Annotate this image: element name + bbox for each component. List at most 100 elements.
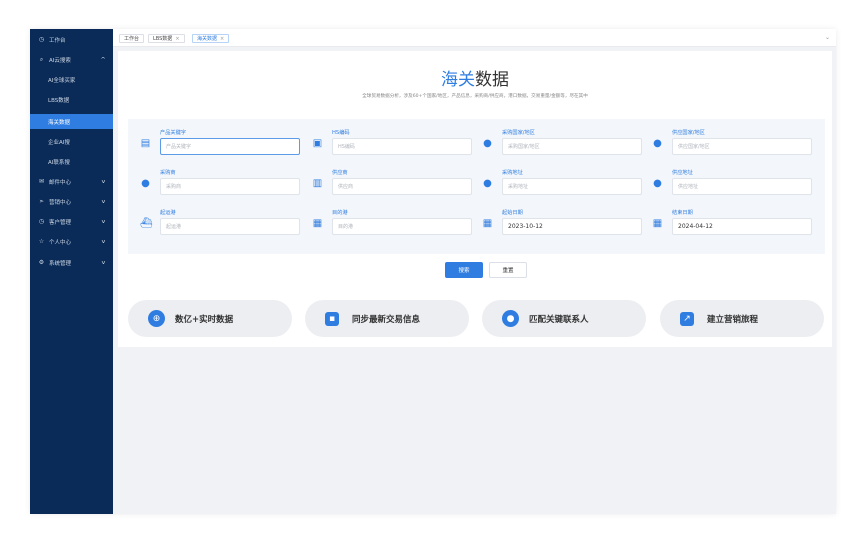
field-label: 采购商 — [160, 170, 176, 176]
reset-button[interactable]: 重置 — [489, 262, 527, 278]
sidebar-item-label: 海关数据 — [48, 119, 71, 126]
sidebar-item-lbs-data[interactable]: LBS数据 — [30, 93, 113, 107]
start-date-input[interactable]: 2023-10-12 — [502, 218, 642, 235]
globe-network-icon: ⊕ — [148, 310, 165, 327]
sidebar-item-label: LBS数据 — [48, 98, 70, 104]
sidebar-item-system-management[interactable]: ⚙ 系统管理 v — [30, 256, 113, 270]
field-label: 采购国家/地区 — [502, 130, 535, 136]
sidebar-item-label: 个人中心 — [49, 240, 72, 246]
sidebar-item-label: 客户管理 — [49, 220, 72, 226]
chevron-up-icon: ^ — [100, 57, 106, 63]
search-icon: ⌕ — [39, 56, 44, 63]
sidebar-item-workbench[interactable]: ◷ 工作台 — [30, 33, 113, 47]
sidebar-item-enterprise-ai-search[interactable]: 企业AI搜 — [30, 135, 113, 149]
field-origin-port: ⛴ 起运港 起运港 — [140, 209, 310, 239]
hs-code-input[interactable]: HS编码 — [332, 138, 472, 155]
page-title-accent: 海关 — [441, 70, 475, 90]
field-label: 供应商 — [332, 170, 348, 176]
sidebar-item-label: AI联系搜 — [48, 160, 70, 166]
chevron-down-icon[interactable]: ⌄ — [825, 34, 830, 41]
field-label: 供应地址 — [672, 170, 693, 176]
sidebar-item-ai-contact-search[interactable]: AI联系搜 — [30, 155, 113, 169]
tab-bar: 工作台 LBS数据 × 海关数据 × ⌄ — [113, 29, 836, 47]
globe-icon: ● — [483, 138, 492, 149]
location-pin-icon: ● — [653, 178, 662, 189]
chevron-down-icon: v — [101, 260, 106, 266]
tab-label: 工作台 — [124, 36, 140, 42]
field-buyer: ● 采购商 采购商 — [140, 169, 310, 199]
sidebar-item-label: AI全球买家 — [48, 78, 76, 84]
chevron-down-icon: v — [101, 219, 106, 225]
contacts-icon: ● — [502, 310, 519, 327]
field-buyer-country: ● 采购国家/地区 采购国家/地区 — [482, 129, 652, 159]
star-icon: ☆ — [38, 238, 45, 245]
sidebar-item-mail-center[interactable]: ✉ 邮件中心 v — [30, 175, 113, 189]
sidebar-item-label: AI云搜索 — [49, 58, 71, 64]
id-card-icon: ▪ — [325, 311, 339, 326]
feature-match-contacts: ● 匹配关键联系人 — [482, 300, 646, 337]
mail-icon: ✉ — [38, 178, 45, 185]
end-date-input[interactable]: 2024-04-12 — [672, 218, 812, 235]
clock-icon: ◷ — [38, 218, 45, 225]
tab-workbench[interactable]: 工作台 — [119, 34, 145, 43]
tab-label: 海关数据 — [197, 36, 218, 42]
train-icon: ▦ — [312, 218, 323, 229]
chevron-down-icon: v — [101, 239, 106, 245]
tab-lbs-data[interactable]: LBS数据 × — [148, 34, 185, 43]
sidebar-item-customer-management[interactable]: ◷ 客户管理 v — [30, 215, 113, 229]
page-title: 海关数据 — [118, 65, 832, 90]
field-label: 目的港 — [332, 210, 348, 216]
page-subtitle: 全球贸易数据分析，涉及60+个国家/地区，产品信息，采购商/供应商，港口数据，交… — [362, 94, 588, 99]
field-supplier-country: ● 供应国家/地区 供应国家/地区 — [652, 129, 822, 159]
feature-label: 数亿+实时数据 — [175, 314, 234, 325]
document-icon: ▤ — [140, 138, 151, 149]
user-icon: ● — [141, 178, 150, 189]
buyer-country-input[interactable]: 采购国家/地区 — [502, 138, 642, 155]
location-pin-icon: ● — [483, 178, 492, 189]
field-label: 结束日期 — [672, 210, 693, 216]
page-title-rest: 数据 — [475, 70, 509, 90]
supplier-input[interactable]: 供应商 — [332, 178, 472, 195]
field-label: 起始日期 — [502, 210, 523, 216]
sidebar-item-ai-global-buyers[interactable]: AI全球买家 — [30, 73, 113, 87]
calendar-icon: ▦ — [482, 218, 493, 229]
tab-customs-data[interactable]: 海关数据 × — [192, 34, 230, 43]
chevron-down-icon: v — [101, 199, 106, 205]
app-window: ◷ 工作台 ⌕ AI云搜索 ^ AI全球买家 LBS数据 海关数据 企业AI搜 … — [30, 29, 836, 514]
supplier-address-input[interactable]: 供应地址 — [672, 178, 812, 195]
sidebar-item-personal-center[interactable]: ☆ 个人中心 v — [30, 235, 113, 249]
field-label: 起运港 — [160, 210, 176, 216]
field-label: 产品关键字 — [160, 130, 186, 136]
search-form: ▤ 产品关键字 产品关键字 ▣ HS编码 HS编码 ● 采购国家/地区 采购国家… — [128, 119, 825, 278]
close-icon[interactable]: × — [175, 36, 179, 42]
sidebar-item-marketing-center[interactable]: ➣ 营销中心 v — [30, 195, 113, 209]
chart-up-icon: ↗ — [680, 311, 694, 326]
buyer-input[interactable]: 采购商 — [160, 178, 300, 195]
sidebar-item-label: 工作台 — [49, 38, 66, 44]
feature-sync-trade-info: ▪ 同步最新交易信息 — [305, 300, 469, 337]
close-icon[interactable]: × — [220, 36, 224, 42]
field-hs-code: ▣ HS编码 HS编码 — [312, 129, 482, 159]
destination-port-input[interactable]: 目的港 — [332, 218, 472, 235]
field-product-keyword: ▤ 产品关键字 产品关键字 — [140, 129, 310, 159]
sidebar-item-ai-search[interactable]: ⌕ AI云搜索 ^ — [30, 53, 113, 67]
send-icon: ➣ — [38, 198, 45, 205]
sidebar-item-customs-data[interactable]: 海关数据 — [30, 114, 113, 129]
field-end-date: ▦ 结束日期 2024-04-12 — [652, 209, 822, 239]
origin-port-input[interactable]: 起运港 — [160, 218, 300, 235]
sidebar-item-label: 企业AI搜 — [48, 140, 70, 146]
gear-icon: ⚙ — [38, 259, 45, 266]
field-supplier: ▥ 供应商 供应商 — [312, 169, 482, 199]
feature-label: 同步最新交易信息 — [352, 314, 421, 325]
clock-icon: ◷ — [38, 36, 45, 43]
product-keyword-input[interactable]: 产品关键字 — [160, 138, 300, 155]
store-icon: ▥ — [312, 178, 323, 189]
field-buyer-address: ● 采购地址 采购地址 — [482, 169, 652, 199]
buyer-address-input[interactable]: 采购地址 — [502, 178, 642, 195]
supplier-country-input[interactable]: 供应国家/地区 — [672, 138, 812, 155]
search-button[interactable]: 搜索 — [445, 262, 483, 278]
calendar-icon: ▦ — [652, 218, 663, 229]
feature-label: 建立营销旅程 — [707, 314, 759, 325]
field-start-date: ▦ 起始日期 2023-10-12 — [482, 209, 652, 239]
field-label: HS编码 — [332, 130, 350, 136]
